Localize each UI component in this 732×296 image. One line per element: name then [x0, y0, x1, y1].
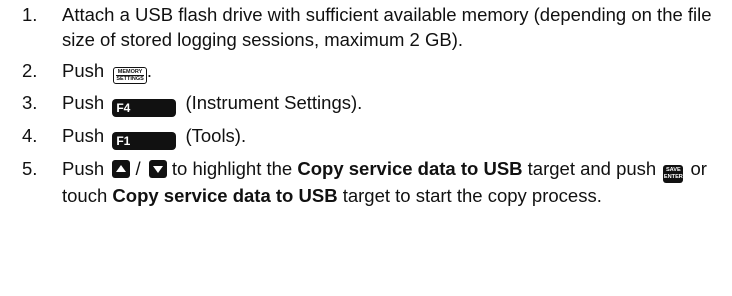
- up-arrow-key-icon: [112, 159, 131, 178]
- step-1: 1. Attach a USB flash drive with suffici…: [22, 2, 722, 52]
- down-arrow-key-icon: [148, 159, 167, 178]
- step-prefix: Push: [62, 124, 105, 146]
- f1-key-icon: F1: [112, 131, 177, 150]
- step-text-part: target and push: [527, 157, 657, 179]
- save-enter-key-icon: SAVE ENTER: [663, 164, 684, 183]
- step-number: 2.: [22, 60, 38, 81]
- step-2: 2. Push MEMORY SETTINGS .: [22, 58, 722, 84]
- step-number: 3.: [22, 91, 38, 113]
- step-suffix: (Tools).: [185, 124, 247, 146]
- step-5: 5. Push / to highlight the Copy service …: [22, 156, 722, 208]
- save-key-label: SAVE: [665, 166, 681, 173]
- enter-key-label: ENTER: [663, 173, 683, 180]
- step-text: Push / to highlight the Copy service dat…: [62, 156, 722, 208]
- memory-settings-key-icon: MEMORY SETTINGS: [113, 66, 147, 84]
- step-number: 1.: [22, 4, 38, 25]
- step-text: Push MEMORY SETTINGS .: [62, 58, 722, 84]
- separator: /: [135, 157, 141, 179]
- step-prefix: Push: [62, 60, 105, 81]
- memory-key-label: MEMORY: [116, 68, 144, 76]
- step-text: Attach a USB flash drive with sufficient…: [62, 4, 712, 50]
- step-text: Push F4 (Instrument Settings).: [62, 90, 722, 117]
- step-number: 4.: [22, 124, 38, 146]
- target-name: Copy service data to USB: [297, 157, 523, 179]
- instruction-steps: 1. Attach a USB flash drive with suffici…: [22, 2, 722, 214]
- step-4: 4. Push F1 (Tools).: [22, 123, 722, 150]
- step-text-part: target to start the copy process.: [342, 184, 602, 206]
- step-text: Push F1 (Tools).: [62, 123, 722, 150]
- step-3: 3. Push F4 (Instrument Settings).: [22, 90, 722, 117]
- step-text-part: to highlight the: [171, 157, 293, 179]
- settings-key-label: SETTINGS: [116, 76, 144, 82]
- step-prefix: Push: [62, 157, 105, 179]
- step-number: 5.: [22, 157, 38, 179]
- target-name: Copy service data to USB: [112, 184, 338, 206]
- step-prefix: Push: [62, 91, 105, 113]
- step-suffix: (Instrument Settings).: [185, 91, 363, 113]
- step-suffix: .: [146, 60, 152, 81]
- f4-key-icon: F4: [112, 98, 177, 117]
